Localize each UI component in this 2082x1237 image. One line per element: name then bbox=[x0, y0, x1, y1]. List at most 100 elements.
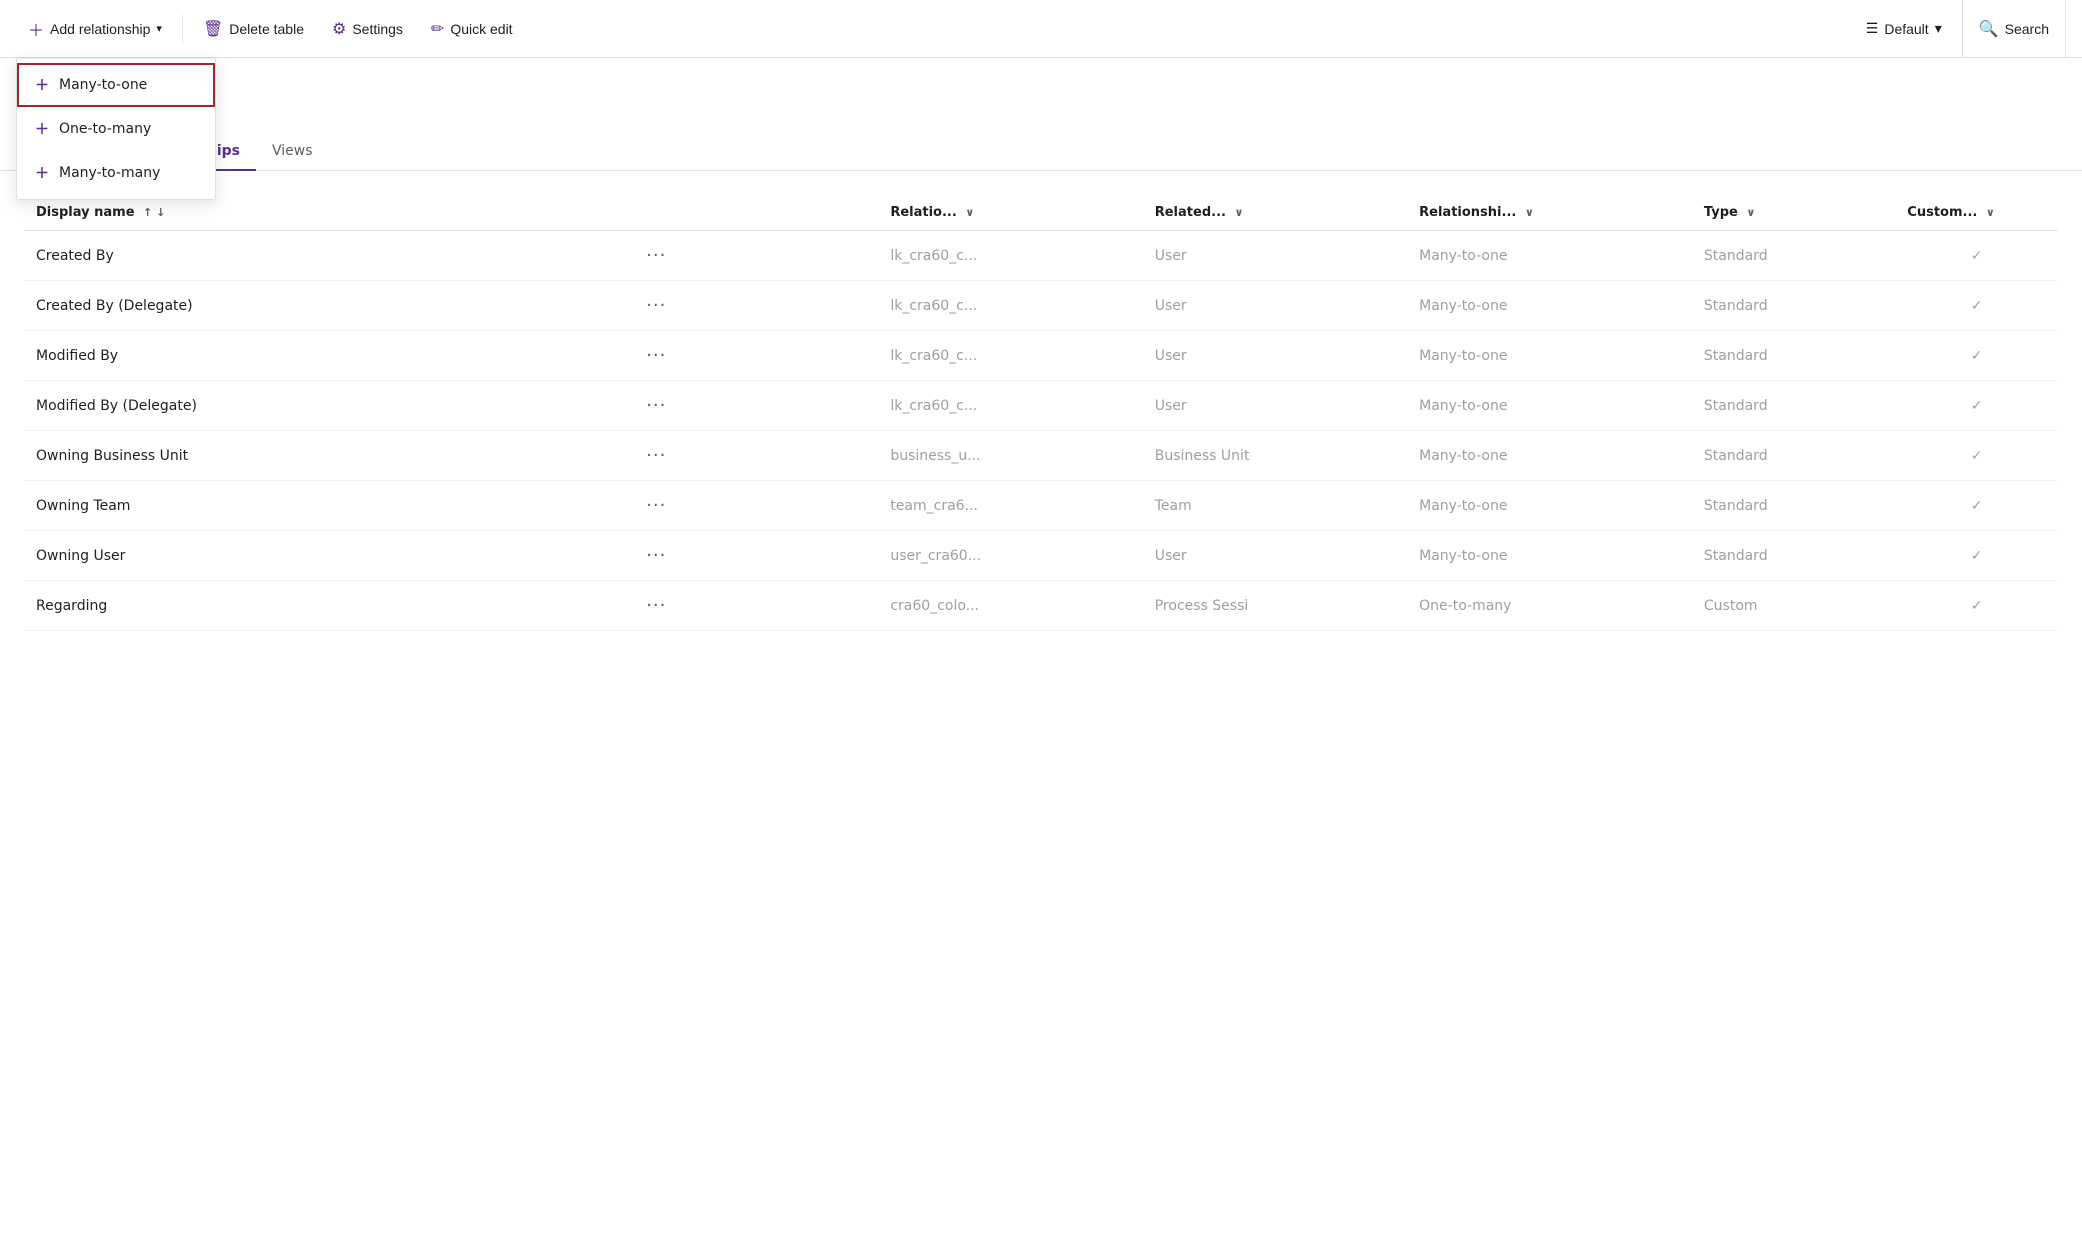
cell-relationship: One-to-many bbox=[1407, 581, 1692, 631]
cell-display-name: Modified By (Delegate) bbox=[24, 381, 634, 431]
cell-custom: ✓ bbox=[1895, 581, 2058, 631]
trash-icon: 🗑 bbox=[203, 19, 223, 39]
chevron-down-related: ∨ bbox=[1234, 206, 1243, 219]
dropdown-item-label-mto: Many-to-one bbox=[59, 77, 147, 93]
dropdown-item-many-to-one[interactable]: ＋ Many-to-one bbox=[17, 63, 215, 107]
cell-relatio: lk_cra60_c... bbox=[878, 381, 1142, 431]
cell-custom: ✓ bbox=[1895, 231, 2058, 281]
page-header: Tables › Color Color bbox=[0, 58, 2082, 121]
breadcrumb: Tables › Color bbox=[24, 74, 2058, 89]
cell-type: Custom bbox=[1692, 581, 1895, 631]
cell-related: Team bbox=[1143, 481, 1407, 531]
dropdown-item-label-otm: One-to-many bbox=[59, 121, 151, 137]
tabs-bar: Columns Relationships Views bbox=[0, 133, 2082, 171]
cell-related: User bbox=[1143, 531, 1407, 581]
cell-related: Business Unit bbox=[1143, 431, 1407, 481]
chevron-down-custom: ∨ bbox=[1986, 206, 1995, 219]
col-header-display-name[interactable]: Display name ↑ ↓ bbox=[24, 195, 634, 231]
dropdown-item-label-mtm: Many-to-many bbox=[59, 165, 160, 181]
cell-relationship: Many-to-one bbox=[1407, 231, 1692, 281]
cell-related: User bbox=[1143, 381, 1407, 431]
cell-relationship: Many-to-one bbox=[1407, 481, 1692, 531]
cell-relatio: lk_cra60_c... bbox=[878, 281, 1142, 331]
settings-icon: ⚙ bbox=[332, 19, 346, 39]
dropdown-item-one-to-many[interactable]: ＋ One-to-many bbox=[17, 107, 215, 151]
plus-icon: ＋ bbox=[28, 17, 44, 41]
cell-relationship: Many-to-one bbox=[1407, 331, 1692, 381]
table-row: Modified By ··· lk_cra60_c... User Many-… bbox=[24, 331, 2058, 381]
relationships-table: Display name ↑ ↓ Relatio... ∨ Related...… bbox=[24, 195, 2058, 631]
cell-custom: ✓ bbox=[1895, 531, 2058, 581]
chevron-down-icon-2: ▾ bbox=[1935, 20, 1942, 37]
cell-type: Standard bbox=[1692, 281, 1895, 331]
cell-related: User bbox=[1143, 281, 1407, 331]
sort-icons: ↑ ↓ bbox=[143, 206, 165, 219]
cell-row-actions[interactable]: ··· bbox=[634, 231, 878, 281]
table-row: Regarding ··· cra60_colo... Process Sess… bbox=[24, 581, 2058, 631]
col-header-relationship[interactable]: Relationshi... ∨ bbox=[1407, 195, 1692, 231]
cell-row-actions[interactable]: ··· bbox=[634, 531, 878, 581]
chevron-down-icon: ▾ bbox=[156, 22, 162, 35]
cell-relationship: Many-to-one bbox=[1407, 431, 1692, 481]
cell-row-actions[interactable]: ··· bbox=[634, 581, 878, 631]
default-view-button[interactable]: ☰ Default ▾ bbox=[1854, 14, 1954, 43]
cell-related: User bbox=[1143, 231, 1407, 281]
cell-custom: ✓ bbox=[1895, 431, 2058, 481]
relationships-table-container: Display name ↑ ↓ Relatio... ∨ Related...… bbox=[0, 171, 2082, 631]
cell-row-actions[interactable]: ··· bbox=[634, 481, 878, 531]
cell-row-actions[interactable]: ··· bbox=[634, 381, 878, 431]
tab-views[interactable]: Views bbox=[256, 133, 329, 171]
col-header-custom[interactable]: Custom... ∨ bbox=[1895, 195, 2058, 231]
cell-type: Standard bbox=[1692, 431, 1895, 481]
table-row: Owning Business Unit ··· business_u... B… bbox=[24, 431, 2058, 481]
table-row: Created By ··· lk_cra60_c... User Many-t… bbox=[24, 231, 2058, 281]
cell-relatio: team_cra6... bbox=[878, 481, 1142, 531]
toolbar-right: ☰ Default ▾ 🔍 Search bbox=[1854, 0, 2066, 58]
table-row: Modified By (Delegate) ··· lk_cra60_c...… bbox=[24, 381, 2058, 431]
cell-relatio: user_cra60... bbox=[878, 531, 1142, 581]
col-header-related[interactable]: Related... ∨ bbox=[1143, 195, 1407, 231]
page-title: Color bbox=[24, 93, 2058, 121]
list-icon: ☰ bbox=[1866, 20, 1879, 37]
cell-related: User bbox=[1143, 331, 1407, 381]
chevron-down-relatio: ∨ bbox=[965, 206, 974, 219]
cell-display-name: Created By (Delegate) bbox=[24, 281, 634, 331]
col-header-type[interactable]: Type ∨ bbox=[1692, 195, 1895, 231]
cell-display-name: Owning Business Unit bbox=[24, 431, 634, 481]
table-row: Owning Team ··· team_cra6... Team Many-t… bbox=[24, 481, 2058, 531]
cell-display-name: Created By bbox=[24, 231, 634, 281]
search-icon: 🔍 bbox=[1979, 19, 1999, 39]
cell-relatio: business_u... bbox=[878, 431, 1142, 481]
toolbar: ＋ Add relationship ▾ 🗑 Delete table ⚙ Se… bbox=[0, 0, 2082, 58]
settings-button[interactable]: ⚙ Settings bbox=[320, 13, 415, 45]
plus-icon-mtm: ＋ bbox=[35, 163, 49, 183]
cell-relationship: Many-to-one bbox=[1407, 531, 1692, 581]
search-button[interactable]: 🔍 Search bbox=[1962, 0, 2066, 58]
cell-relatio: lk_cra60_c... bbox=[878, 231, 1142, 281]
chevron-down-relationship: ∨ bbox=[1525, 206, 1534, 219]
table-header-row: Display name ↑ ↓ Relatio... ∨ Related...… bbox=[24, 195, 2058, 231]
cell-type: Standard bbox=[1692, 481, 1895, 531]
cell-custom: ✓ bbox=[1895, 381, 2058, 431]
cell-relationship: Many-to-one bbox=[1407, 381, 1692, 431]
cell-related: Process Sessi bbox=[1143, 581, 1407, 631]
chevron-down-type: ∨ bbox=[1746, 206, 1755, 219]
cell-display-name: Owning User bbox=[24, 531, 634, 581]
cell-row-actions[interactable]: ··· bbox=[634, 431, 878, 481]
relationship-dropdown: ＋ Many-to-one ＋ One-to-many ＋ Many-to-ma… bbox=[16, 58, 216, 200]
delete-table-button[interactable]: 🗑 Delete table bbox=[191, 13, 316, 45]
col-header-relatio[interactable]: Relatio... ∨ bbox=[878, 195, 1142, 231]
cell-relatio: lk_cra60_c... bbox=[878, 331, 1142, 381]
cell-row-actions[interactable]: ··· bbox=[634, 331, 878, 381]
quick-edit-button[interactable]: ✏ Quick edit bbox=[419, 13, 525, 45]
cell-relatio: cra60_colo... bbox=[878, 581, 1142, 631]
cell-type: Standard bbox=[1692, 231, 1895, 281]
dropdown-item-many-to-many[interactable]: ＋ Many-to-many bbox=[17, 151, 215, 195]
plus-icon-mto: ＋ bbox=[35, 75, 49, 95]
pencil-icon: ✏ bbox=[431, 19, 444, 39]
cell-row-actions[interactable]: ··· bbox=[634, 281, 878, 331]
add-relationship-button[interactable]: ＋ Add relationship ▾ bbox=[16, 11, 174, 47]
cell-display-name: Modified By bbox=[24, 331, 634, 381]
cell-display-name: Regarding bbox=[24, 581, 634, 631]
cell-type: Standard bbox=[1692, 531, 1895, 581]
